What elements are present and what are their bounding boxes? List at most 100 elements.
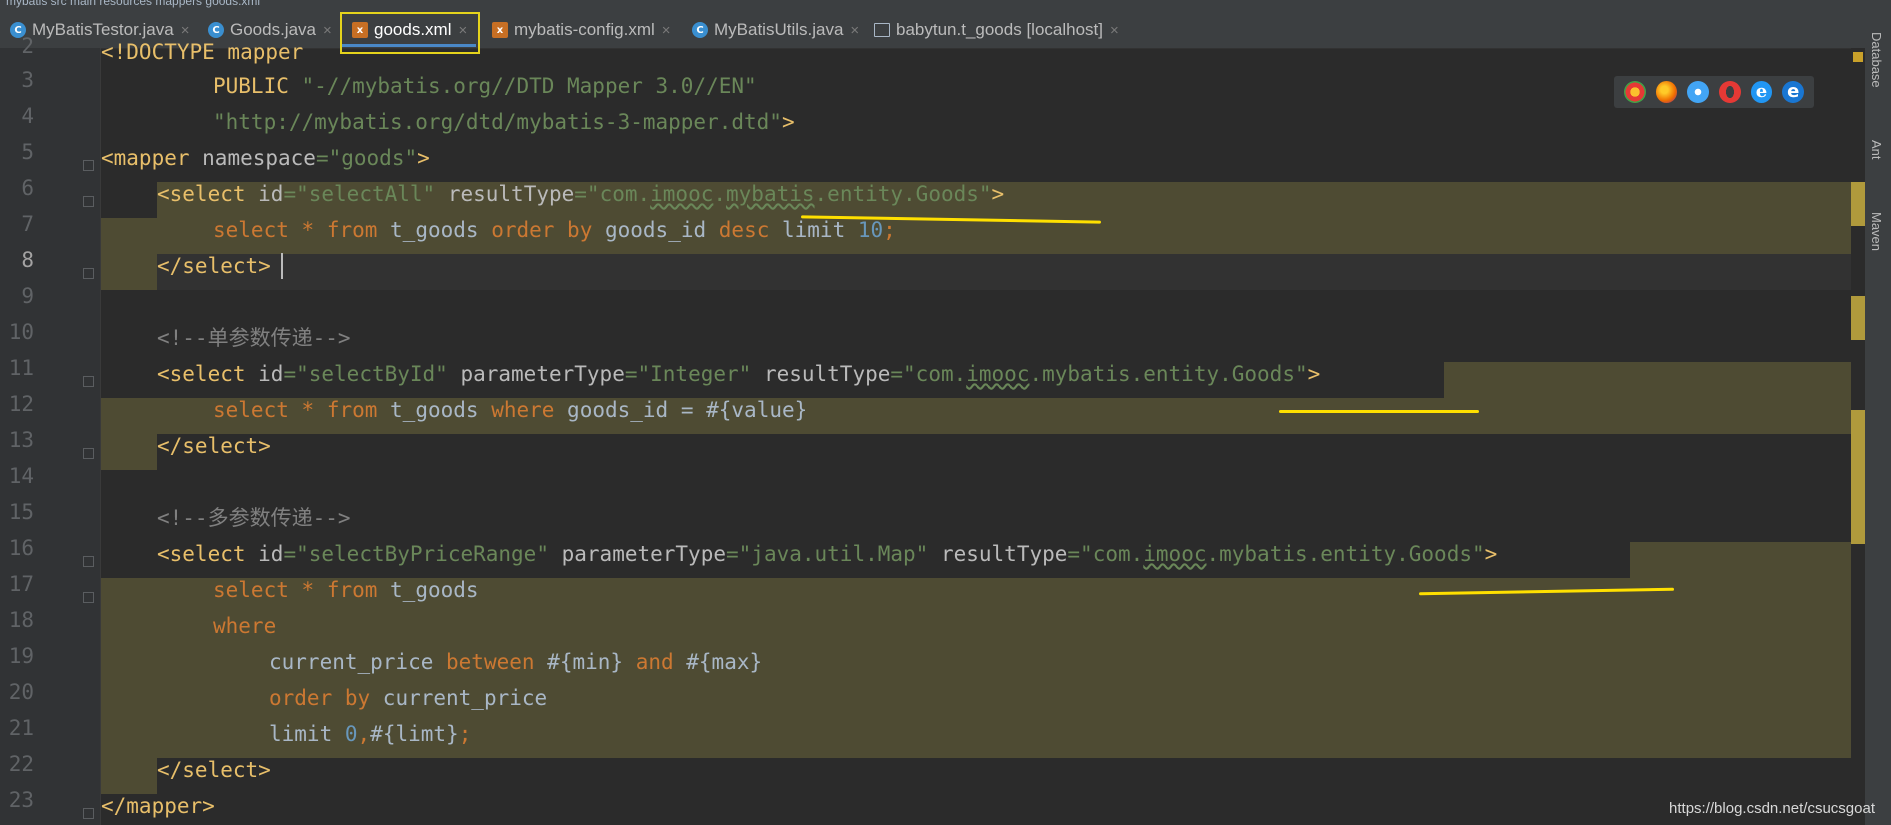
fold-marker[interactable] xyxy=(83,268,94,279)
scroll-mark[interactable] xyxy=(1851,410,1865,544)
opera-icon[interactable] xyxy=(1719,81,1741,103)
code-line-13: </select> xyxy=(101,428,1851,464)
yellow-annotation-underline xyxy=(1279,410,1479,413)
token: resultType xyxy=(435,182,575,206)
breadcrumb: mybatis src main resources mappers goods… xyxy=(6,0,261,8)
code-line-10: <!--单参数传递--> xyxy=(101,320,1851,356)
token: PUBLIC xyxy=(213,74,302,98)
scroll-mark[interactable] xyxy=(1851,182,1865,226)
line-number: 16 xyxy=(8,536,34,560)
code-line-22: </select> xyxy=(101,752,1851,788)
token: * xyxy=(301,578,327,602)
code-line-19: current_price between #{min} and #{max} xyxy=(101,644,1851,680)
token: = xyxy=(315,146,329,170)
token: id xyxy=(258,542,284,566)
token: t_goods xyxy=(390,218,492,242)
token: > xyxy=(781,110,795,134)
token: .mybatis.entity.Goods" xyxy=(1206,542,1485,566)
token: parameterType xyxy=(548,542,726,566)
inspection-indicator[interactable] xyxy=(1853,52,1863,62)
token: "http://mybatis.org/dtd/mybatis-3-mapper… xyxy=(213,110,782,134)
line-number: 18 xyxy=(8,608,34,632)
line-number: 10 xyxy=(8,320,34,344)
firefox-icon[interactable] xyxy=(1655,81,1678,103)
code-line-2: <!DOCTYPE mapper xyxy=(101,34,1851,70)
token: > xyxy=(417,146,430,170)
token: resultType xyxy=(928,542,1068,566)
token: select xyxy=(213,218,302,242)
token: = xyxy=(1067,542,1081,566)
breadcrumb-bar: mybatis src main resources mappers goods… xyxy=(0,0,1891,12)
token: t_goods xyxy=(390,578,479,602)
token: = xyxy=(283,182,297,206)
token: from xyxy=(326,398,391,422)
ant-tool-tab[interactable]: Ant xyxy=(1869,140,1884,160)
fold-marker[interactable] xyxy=(83,196,94,207)
chrome-icon[interactable] xyxy=(1624,81,1646,103)
token: goods_id = #{value} xyxy=(567,398,808,422)
fold-marker[interactable] xyxy=(83,376,94,387)
token: order by xyxy=(491,218,605,242)
token: = xyxy=(283,362,297,386)
token: id xyxy=(258,362,284,386)
token: "goods" xyxy=(328,146,418,170)
token: "-//mybatis.org//DTD Mapper 3.0//EN" xyxy=(301,74,757,98)
token: and xyxy=(635,650,687,674)
token: <!--多参数传递--> xyxy=(157,506,351,530)
token: </select> xyxy=(157,254,271,278)
token: order by xyxy=(269,686,383,710)
fold-marker[interactable] xyxy=(83,592,94,603)
token: 0 xyxy=(344,722,358,746)
database-tool-tab[interactable]: Database xyxy=(1869,32,1884,88)
line-number: 13 xyxy=(8,428,34,452)
token: t_goods xyxy=(390,398,492,422)
line-number: 6 xyxy=(21,176,34,200)
token: where xyxy=(491,398,568,422)
code-line-20: order by current_price xyxy=(101,680,1851,716)
token: .mybatis.entity.Goods" xyxy=(1029,362,1308,386)
token: limit xyxy=(269,722,345,746)
token: current_price xyxy=(269,650,447,674)
code-editor[interactable]: <!DOCTYPE mapper PUBLIC "-//mybatis.org/… xyxy=(101,40,1851,825)
token: current_price xyxy=(382,686,548,710)
browser-preview-bar: e e xyxy=(1614,76,1814,108)
watermark: https://blog.csdn.net/csucsgoat xyxy=(1669,800,1875,817)
fold-marker[interactable] xyxy=(83,808,94,819)
fold-marker[interactable] xyxy=(83,556,94,567)
token: . xyxy=(713,182,727,206)
token: resultType xyxy=(751,362,891,386)
safari-icon[interactable] xyxy=(1687,81,1710,103)
line-number: 20 xyxy=(8,680,34,704)
token: <select xyxy=(157,182,259,206)
code-line-12: select * from t_goods where goods_id = #… xyxy=(101,392,1851,428)
token: from xyxy=(326,218,391,242)
line-number: 11 xyxy=(8,356,34,380)
token: "com. xyxy=(586,182,651,206)
token: from xyxy=(326,578,391,602)
token: id xyxy=(258,182,284,206)
token: "com. xyxy=(1080,542,1144,566)
token: imooc xyxy=(1143,542,1207,566)
token: = xyxy=(624,362,638,386)
code-line-18: where xyxy=(101,608,1851,644)
ie-icon[interactable]: e xyxy=(1750,81,1773,103)
line-number: 15 xyxy=(8,500,34,524)
code-line-16: <select id="selectByPriceRange" paramete… xyxy=(101,536,1851,572)
code-line-6: <select id="selectAll" resultType="com.i… xyxy=(101,176,1851,212)
token: = xyxy=(283,542,297,566)
scroll-mark[interactable] xyxy=(1851,296,1865,340)
token: * xyxy=(301,398,327,422)
maven-tool-tab[interactable]: Maven xyxy=(1869,212,1884,251)
token: </mapper> xyxy=(101,794,215,818)
fold-marker[interactable] xyxy=(83,448,94,459)
line-number-gutter: 2 3 4 5 6 7 8 9 10 11 12 13 14 15 16 17 … xyxy=(0,34,100,825)
line-number: 5 xyxy=(21,140,34,164)
edge-icon[interactable]: e xyxy=(1782,81,1805,103)
token: imooc xyxy=(650,182,714,206)
code-line-7: select * from t_goods order by goods_id … xyxy=(101,212,1851,248)
line-number: 22 xyxy=(8,752,34,776)
token: namespace xyxy=(202,146,316,170)
code-line-3: PUBLIC "-//mybatis.org//DTD Mapper 3.0//… xyxy=(101,68,1851,104)
token: > xyxy=(991,182,1005,206)
fold-marker[interactable] xyxy=(83,160,94,171)
